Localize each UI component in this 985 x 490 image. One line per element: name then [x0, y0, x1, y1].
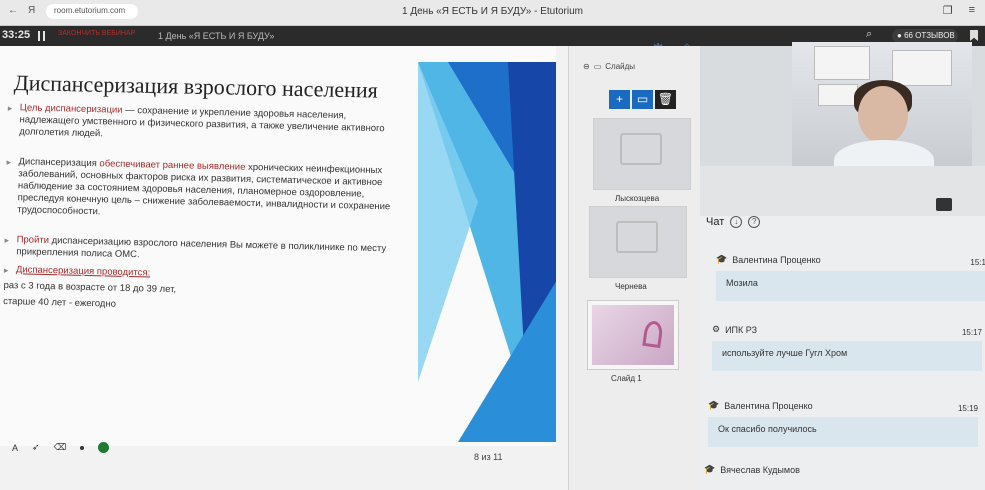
graduation-cap-icon: 🎓 [704, 464, 716, 474]
slide-label-1: Слайд 1 [611, 374, 642, 383]
slide-page-counter: 8 из 11 [474, 452, 503, 462]
message-author: ИПК РЗ [725, 324, 757, 335]
folder-icon [616, 221, 658, 253]
folder-label-2: Чернева [615, 282, 647, 291]
eraser-tool-icon[interactable]: ⌫ [54, 442, 67, 453]
chat-message: 🎓 Валентина Проценко 15:1 Мозила [716, 254, 985, 301]
add-slide-button[interactable]: + [609, 90, 630, 109]
bullet-goal: Цель диспансеризации — сохранение и укре… [7, 102, 408, 148]
menu-icon[interactable]: ≡ [969, 4, 975, 17]
message-time: 15:1 [970, 258, 985, 267]
presenter-face [858, 86, 908, 144]
slides-panel: ⊖ ▭ Слайды + ▭ 🗑 Лыскозцева Чернева Слай… [568, 46, 700, 490]
brush-size-icon[interactable] [80, 445, 85, 450]
webinar-title: 1 День «Я ЕСТЬ И Я БУДУ» [158, 31, 275, 41]
chat-message: ⚙ ИПК РЗ 15:17 используйте лучше Гугл Хро… [712, 324, 982, 371]
bullet-schedule-text: Диспансеризация проводится: [15, 264, 151, 279]
chat-icon: ● [897, 31, 905, 40]
chat-title: Чат [706, 216, 725, 228]
message-author: Валентина Проценко [732, 254, 821, 265]
bullet-where: Пройти диспансеризацию взрослого населен… [4, 234, 404, 268]
folder-label-1: Лыскозцева [615, 194, 660, 203]
pointer-tool-icon[interactable]: ➶ [32, 442, 40, 453]
window-icon[interactable]: ❐ [943, 4, 953, 17]
reviews-button[interactable]: ● 66 ОТЗЫВОВ [892, 29, 958, 43]
bullet-where-text: диспансеризацию взрослого населения Вы м… [16, 235, 387, 261]
graduation-cap-icon: 🎓 [708, 400, 720, 410]
text-tool-icon[interactable]: A [12, 443, 18, 453]
graduation-cap-icon: 🎓 [716, 254, 728, 264]
open-folder-button[interactable]: ▭ [632, 90, 653, 109]
bullet-provides: Диспансеризация обеспечивает раннее выяв… [5, 156, 406, 226]
folder-thumb-2[interactable] [589, 206, 687, 278]
chat-message: 🎓 Валентина Проценко 15:19 Ок спасибо пол… [708, 400, 978, 447]
message-text: Мозила [716, 271, 985, 301]
back-circle-icon[interactable]: ⊖ [583, 62, 590, 71]
zoom-search-icon[interactable]: ⌕ [866, 28, 872, 41]
bullet-where-red: Пройти [16, 234, 50, 247]
slide-thumb-1[interactable] [587, 300, 679, 370]
drawing-tools: A ➶ ⌫ [12, 442, 110, 453]
folder-small-icon: ▭ [593, 62, 602, 71]
message-author: Валентина Проценко [724, 400, 813, 411]
chat-panel: Чат ↓ ? 🎓 Валентина Проценко 15:1 Мозила … [700, 166, 985, 490]
message-text: Ок спасибо получилось [708, 417, 978, 447]
bullet-provides-pre: Диспансеризация [18, 156, 100, 170]
tab-title: 1 День «Я ЕСТЬ И Я БУДУ» - Etutorium [402, 6, 583, 17]
reviews-label: 66 ОТЗЫВОВ [904, 31, 955, 40]
slides-header: Слайды [605, 62, 636, 71]
message-text: используйте лучше Гугл Хром [712, 341, 982, 371]
help-icon[interactable]: ? [748, 216, 761, 228]
slide-decoration [418, 62, 556, 442]
pause-icon[interactable] [38, 31, 45, 41]
end-webinar-button[interactable]: ЗАКОНЧИТЬ ВЕБИНАР [58, 30, 135, 37]
webinar-timer: 33:25 [2, 29, 31, 41]
folder-icon [620, 133, 662, 165]
folder-thumb-1[interactable] [593, 118, 691, 190]
bookmark-icon[interactable] [970, 30, 978, 41]
color-picker-icon[interactable] [98, 442, 110, 453]
slide-bullets: Цель диспансеризации — сохранение и укре… [3, 102, 408, 318]
webcam-video [792, 42, 972, 166]
current-slide: Диспансеризация взрослого населения Цель… [0, 46, 556, 446]
ribbon-icon [642, 319, 664, 349]
gear-icon: ⚙ [712, 324, 721, 334]
browser-title-bar: ← Я room.etutorium.com 1 День «Я ЕСТЬ И … [0, 0, 985, 26]
message-time: 15:17 [961, 328, 982, 337]
delete-button[interactable]: 🗑 [655, 90, 676, 109]
chat-message: 🎓 Вячеслав Кудымов [704, 464, 974, 475]
presentation-area: Диспансеризация взрослого населения Цель… [0, 46, 568, 490]
slide-title: Диспансеризация взрослого населения [13, 70, 379, 103]
message-time: 15:19 [957, 404, 978, 413]
download-icon[interactable]: ↓ [730, 216, 743, 228]
chat-bubble-icon[interactable] [936, 198, 952, 211]
message-author: Вячеслав Кудымов [720, 464, 800, 475]
